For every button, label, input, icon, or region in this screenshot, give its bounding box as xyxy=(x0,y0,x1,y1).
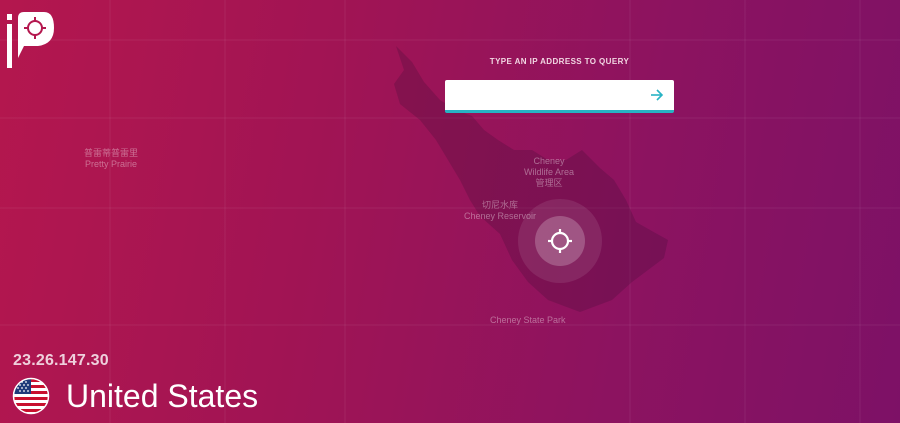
arrow-right-icon xyxy=(651,89,664,101)
crosshair-icon xyxy=(548,229,572,253)
us-flag-icon xyxy=(12,377,50,415)
place-label-pretty-prairie: 普雷蒂普雷里 Pretty Prairie xyxy=(84,148,139,169)
ip-address: 23.26.147.30 xyxy=(13,352,109,369)
ip-query-field[interactable] xyxy=(445,80,674,113)
query-label: TYPE AN IP ADDRESS TO QUERY xyxy=(489,57,630,66)
query-submit-button[interactable] xyxy=(644,83,670,107)
app-logo[interactable] xyxy=(4,8,60,72)
place-label-cheney-state-park: Cheney State Park xyxy=(490,315,566,325)
ip-input[interactable] xyxy=(445,80,640,110)
country-name: United States xyxy=(66,377,259,414)
location-marker-button[interactable] xyxy=(535,216,585,266)
ip-locate-logo-icon xyxy=(7,12,54,68)
country-row: United States xyxy=(12,376,258,416)
place-label-cheney-wildlife-area: Cheney Wildlife Area 管理区 xyxy=(524,156,575,188)
